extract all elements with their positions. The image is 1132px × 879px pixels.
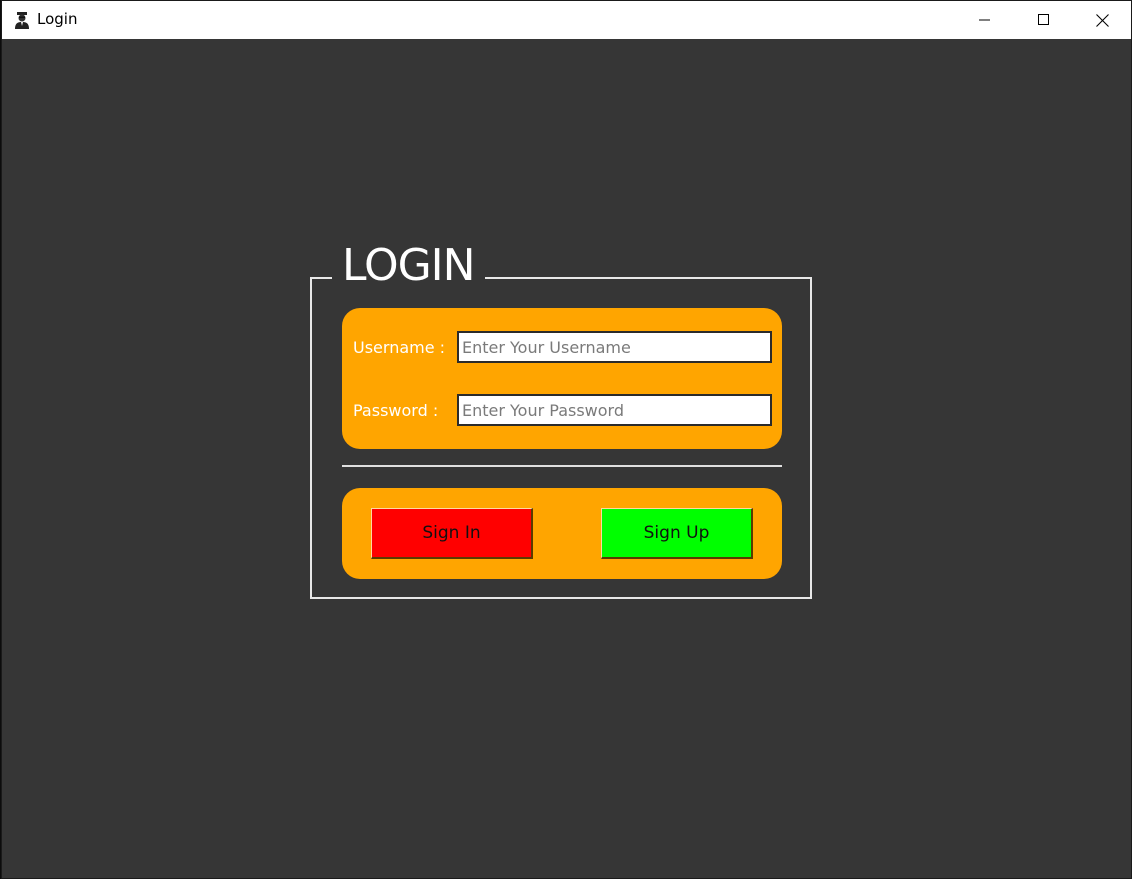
username-label: Username :: [353, 338, 446, 357]
window-title: Login: [37, 10, 78, 28]
close-button[interactable]: [1073, 1, 1131, 39]
maximize-icon: [1038, 14, 1049, 25]
password-label: Password :: [353, 401, 439, 420]
login-heading: LOGIN: [332, 238, 485, 294]
sign-up-button[interactable]: Sign Up: [601, 508, 753, 559]
title-bar[interactable]: Login: [2, 1, 1131, 39]
user-avatar-icon: [13, 11, 31, 29]
password-input[interactable]: [457, 394, 772, 426]
divider: [342, 465, 782, 467]
credentials-panel: [342, 308, 782, 449]
minimize-button[interactable]: [956, 1, 1014, 39]
sign-in-button[interactable]: Sign In: [371, 508, 533, 559]
minimize-icon: [979, 19, 990, 21]
username-input[interactable]: [457, 331, 772, 363]
maximize-button[interactable]: [1015, 1, 1073, 39]
close-icon: [1095, 13, 1109, 27]
